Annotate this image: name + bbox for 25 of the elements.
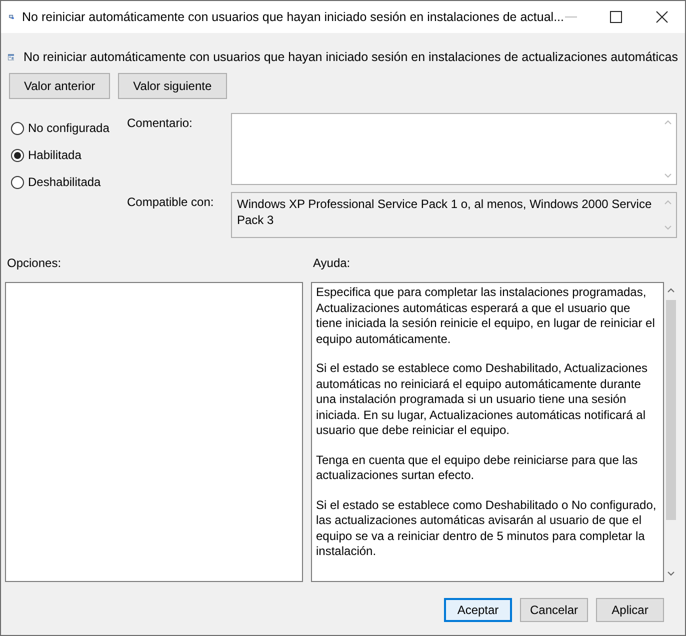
radio-button[interactable] (11, 148, 24, 162)
dialog-button[interactable]: Aplicar (596, 598, 664, 622)
radio-label: Deshabilitada (28, 174, 101, 191)
setting-title: No reiniciar automáticamente con usuarios que hayan iniciado sesión en instalaciones de actualizaciones automáticas (23, 48, 678, 66)
help-paragraph: Tenga en cuenta que el equipo debe reiniciarse para que las actualizaciones surtan efecto. (316, 452, 639, 484)
compatible-label: Compatible con: (127, 194, 215, 211)
nav-button[interactable]: Valor siguiente (118, 73, 227, 99)
nav-button[interactable]: Valor anterior (9, 73, 110, 99)
dialog-button[interactable]: Cancelar (520, 598, 588, 622)
dialog-button[interactable]: Aceptar (444, 598, 512, 622)
radio-button[interactable] (11, 122, 24, 134)
comment-label: Comentario: (127, 115, 194, 132)
close-icon[interactable] (656, 11, 668, 23)
radio-label: No configurada (28, 120, 110, 137)
window-title: No reiniciar automáticamente con usuarios que hayan iniciado sesión en instalaciones de actual... (22, 8, 564, 26)
options-label: Opciones: (6, 255, 62, 272)
radio-label: Habilitada (28, 147, 82, 164)
maximize-icon[interactable] (610, 11, 622, 23)
radio-button[interactable] (11, 176, 24, 188)
help-paragraph: Si el estado se establece como Deshabilitado o No configurado, las actualizaciones automáticas avisarán al usuario de que el equipo se va a reiniciar dentro de 5 minutos para completar la instalación. (316, 498, 658, 560)
help-paragraph: Si el estado se establece como Deshabilitado, Actualizaciones automáticas no reiniciará el equipo automáticamente durante una instalación programada si un usuario tiene una sesión iniciada. En su lugar, Actualizaciones automáticas notificará al usuario que debe reiniciar el equipo. (316, 361, 649, 438)
comment-field[interactable] (231, 113, 677, 185)
compatible-text: Windows XP Professional Service Pack 1 o, al menos, Windows 2000 Service Pack 3 (236, 196, 653, 229)
help-label: Ayuda: (313, 255, 350, 272)
help-paragraph: Especifica que para completar las instalaciones programadas, Actualizaciones automáticas esperará a que el usuario que tiene iniciada la sesión reinicie el equipo, en lugar de reiniciar el equipo automáticamente. (316, 285, 656, 347)
